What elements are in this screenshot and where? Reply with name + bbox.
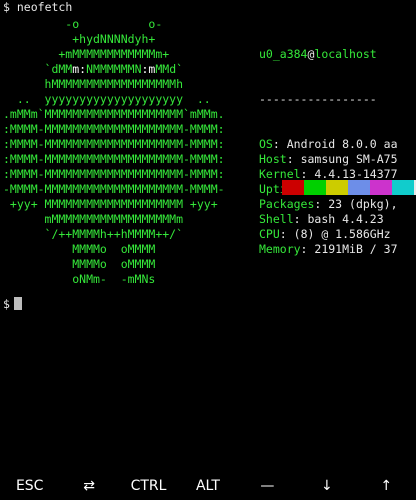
logo-line: -MMMM-MMMMMMMMMMMMMMMMMMMM-MMMM- — [3, 182, 225, 197]
logo-line: oNMm- -mMNs — [3, 272, 225, 287]
info-colon: : — [272, 137, 280, 151]
up-arrow-key[interactable]: ↑ — [360, 478, 412, 494]
logo-line: .mMMm`MMMMMMMMMMMMMMMMMMMM`mMMm. — [3, 107, 225, 122]
logo-segment: -MMMM-MMMMMMMMMMMMMMMMMMMM-MMMM- — [3, 182, 225, 196]
command-text: neofetch — [16, 0, 73, 14]
info-colon: : — [293, 212, 301, 226]
system-info: u0_a384@localhost ----------------- OS: … — [259, 17, 398, 256]
logo-segment: -o o- — [3, 17, 163, 31]
info-key: Host — [259, 152, 287, 166]
logo-segment: `/++MMMMh++hMMMM++/` — [3, 227, 184, 241]
ctrl-key[interactable]: CTRL — [123, 478, 175, 494]
logo-segment: :MMMM-MMMMMMMMMMMMMMMMMMMM-MMMM: — [3, 152, 225, 166]
logo-line: :MMMM-MMMMMMMMMMMMMMMMMMMM-MMMM: — [3, 167, 225, 182]
info-key: CPU — [259, 227, 280, 241]
color-swatch — [348, 180, 370, 195]
info-row: CPU: (8) @ 1.586GHz — [259, 227, 398, 242]
color-palette — [282, 180, 416, 195]
color-swatch — [326, 180, 348, 195]
info-key: Shell — [259, 212, 294, 226]
android-logo-ascii: -o o- +hydNNNNdyh+ +mMMMMMMMMMMMMm+ `dMM… — [3, 17, 225, 287]
esc-key[interactable]: ESC — [4, 478, 56, 494]
logo-line: `dMMm:NMMMMMMN:mMMd` — [3, 62, 225, 77]
info-value: 2191MiB / 37 — [307, 242, 398, 256]
info-key: Packages — [259, 197, 315, 211]
terminal-output[interactable]: $ neofetch -o o- +hydNNNNdyh+ +mMMMMMMMM… — [0, 0, 416, 470]
hostname: localhost — [314, 47, 377, 61]
user-host-line: u0_a384@localhost — [259, 47, 398, 62]
logo-line: .. yyyyyyyyyyyyyyyyyyyy .. — [3, 92, 225, 107]
info-value: (8) @ 1.586GHz — [286, 227, 391, 241]
logo-segment: m: — [72, 62, 87, 76]
logo-segment: :MMMM-MMMMMMMMMMMMMMMMMMMM-MMMM: — [3, 122, 225, 136]
logo-line: :MMMM-MMMMMMMMMMMMMMMMMMMM-MMMM: — [3, 137, 225, 152]
logo-line: hMMMMMMMMMMMMMMMMMMh — [3, 77, 225, 92]
logo-segment: MMd` — [155, 62, 184, 76]
text-cursor — [13, 297, 22, 310]
extra-keys-bar: ESC ⇄ CTRL ALT — ↓ ↑ — [0, 471, 416, 500]
logo-line: :MMMM-MMMMMMMMMMMMMMMMMMMM-MMMM: — [3, 152, 225, 167]
logo-segment: `dMM — [3, 62, 73, 76]
input-prompt-line[interactable]: $ — [3, 297, 22, 312]
info-colon: : — [286, 152, 294, 166]
color-swatch — [370, 180, 392, 195]
logo-segment: MMMMo oMMMM — [3, 257, 156, 271]
logo-segment: +mMMMMMMMMMMMMm+ — [3, 47, 170, 61]
info-value: samsung SM-A75 — [293, 152, 398, 166]
info-colon: : — [279, 227, 287, 241]
logo-segment: mMMMMMMMMMMMMMMMMMMm — [3, 212, 184, 226]
logo-segment: MMMMo oMMMM — [3, 242, 156, 256]
color-swatch — [392, 180, 414, 195]
logo-line: +mMMMMMMMMMMMMm+ — [3, 47, 225, 62]
logo-segment: .. yyyyyyyyyyyyyyyyyyyy .. — [3, 92, 211, 106]
logo-line: +yy+ MMMMMMMMMMMMMMMMMMMM +yy+ — [3, 197, 225, 212]
info-row: Shell: bash 4.4.23 — [259, 212, 398, 227]
logo-segment: +yy+ MMMMMMMMMMMMMMMMMMMM +yy+ — [3, 197, 218, 211]
username: u0_a384 — [259, 47, 308, 61]
logo-line: MMMMo oMMMM — [3, 242, 225, 257]
dash-key[interactable]: — — [241, 478, 293, 494]
prompt-symbol: $ — [3, 0, 10, 14]
separator-line: ----------------- — [259, 92, 377, 106]
logo-line: +hydNNNNdyh+ — [3, 32, 225, 47]
logo-line: -o o- — [3, 17, 225, 32]
info-key: Kernel — [259, 167, 301, 181]
down-arrow-key[interactable]: ↓ — [301, 478, 353, 494]
logo-line: mMMMMMMMMMMMMMMMMMMm — [3, 212, 225, 227]
color-swatch — [304, 180, 326, 195]
info-key: Memory — [259, 242, 301, 256]
alt-key[interactable]: ALT — [182, 478, 234, 494]
info-value: Android 8.0.0 aa — [279, 137, 398, 151]
color-swatch — [282, 180, 304, 195]
logo-segment: :m — [141, 62, 156, 76]
logo-segment: .mMMm`MMMMMMMMMMMMMMMMMMMM`mMMm. — [3, 107, 225, 121]
logo-segment: +hydNNNNdyh+ — [3, 32, 156, 46]
tab-key[interactable]: ⇄ — [63, 478, 115, 494]
info-value: 4.4.13-14377 — [307, 167, 398, 181]
logo-segment: :MMMM-MMMMMMMMMMMMMMMMMMMM-MMMM: — [3, 167, 225, 181]
logo-segment: oNMm- -mMNs — [3, 272, 156, 286]
logo-line: MMMMo oMMMM — [3, 257, 225, 272]
logo-segment: hMMMMMMMMMMMMMMMMMMh — [3, 77, 184, 91]
logo-line: :MMMM-MMMMMMMMMMMMMMMMMMMM-MMMM: — [3, 122, 225, 137]
info-row: OS: Android 8.0.0 aa — [259, 137, 398, 152]
logo-line: `/++MMMMh++hMMMM++/` — [3, 227, 225, 242]
prompt-symbol: $ — [3, 297, 10, 311]
info-row: Host: samsung SM-A75 — [259, 152, 398, 167]
logo-segment: :MMMM-MMMMMMMMMMMMMMMMMMMM-MMMM: — [3, 137, 225, 151]
info-value: bash 4.4.23 — [300, 212, 384, 226]
info-row: Packages: 23 (dpkg), — [259, 197, 398, 212]
info-value: 23 (dpkg), — [321, 197, 398, 211]
info-row: Memory: 2191MiB / 37 — [259, 242, 398, 257]
logo-segment: NMMMMMMN — [86, 62, 142, 76]
command-line: $ neofetch — [3, 0, 72, 15]
info-key: OS — [259, 137, 273, 151]
